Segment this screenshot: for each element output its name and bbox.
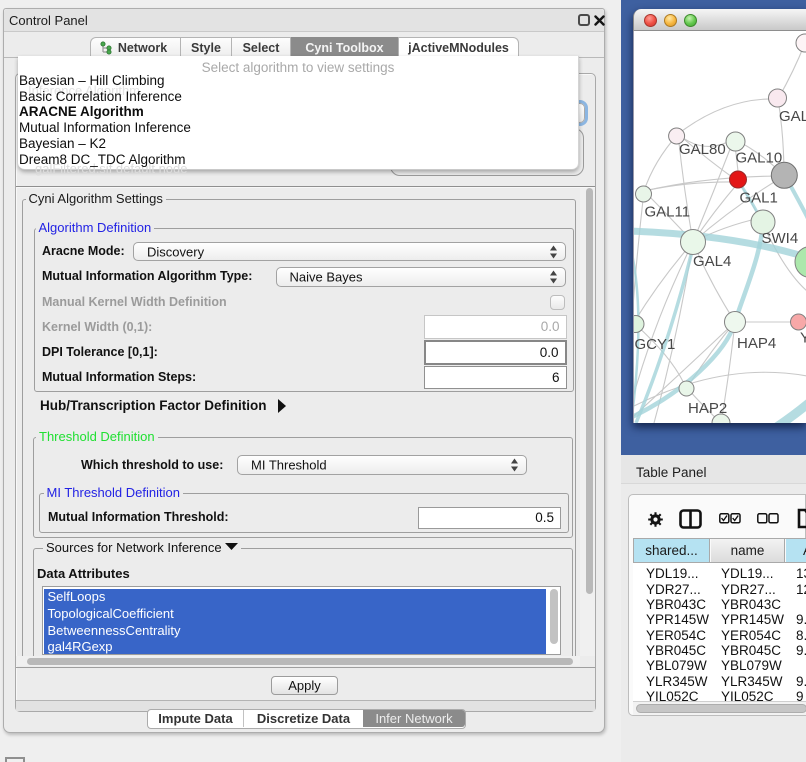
svg-text:GCY1: GCY1 [635,336,676,353]
svg-text:GAL: GAL [779,108,806,125]
svg-text:Y: Y [800,330,806,347]
svg-text:GAL80: GAL80 [679,141,726,158]
svg-text:GAL4: GAL4 [693,253,731,270]
svg-text:GAL1: GAL1 [740,190,778,207]
svg-text:HAP4: HAP4 [737,335,776,352]
svg-text:GAL11: GAL11 [645,204,691,221]
svg-text:HAP2: HAP2 [688,400,727,417]
svg-text:GAL10: GAL10 [736,150,783,167]
svg-text:SWI4: SWI4 [762,230,799,247]
